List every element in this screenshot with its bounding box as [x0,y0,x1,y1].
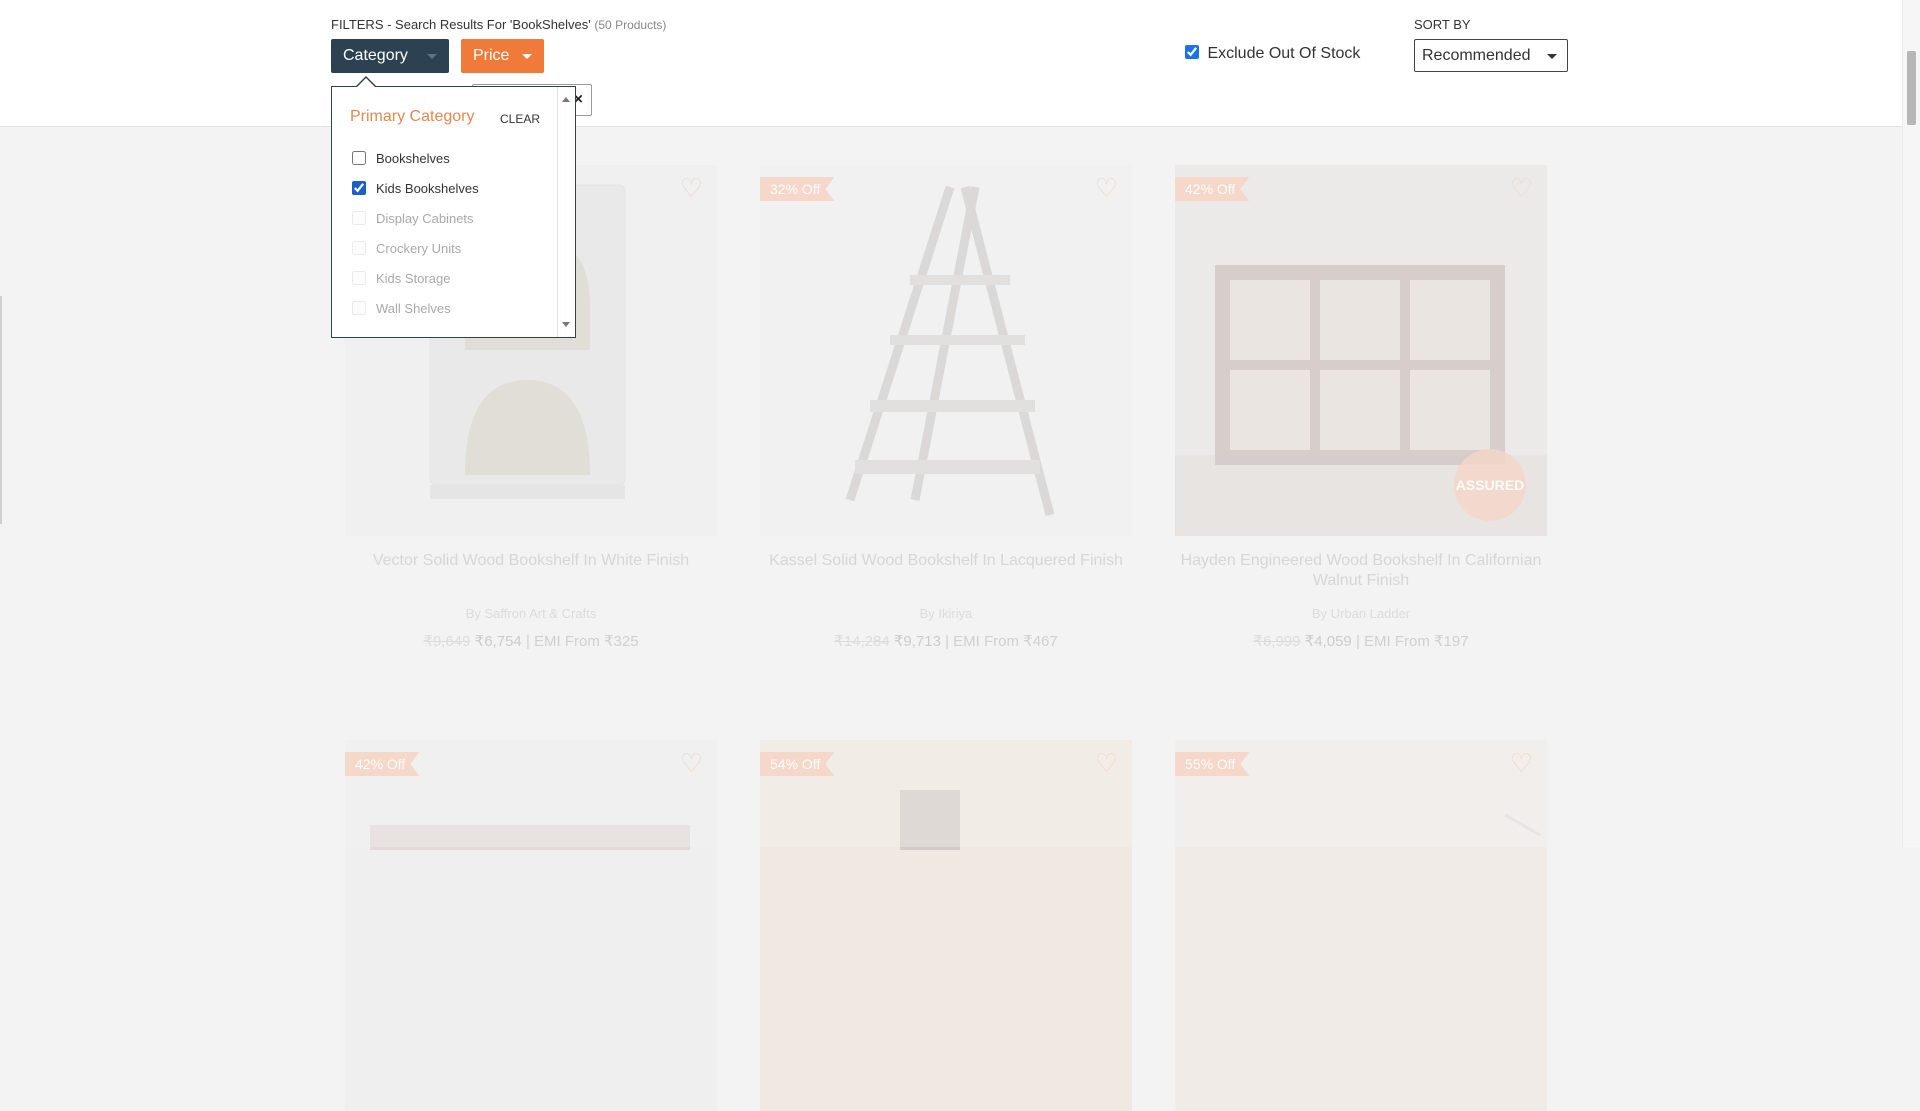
dropdown-scrollbar[interactable] [557,87,575,337]
page-scrollbar[interactable] [1902,0,1920,847]
category-checkbox [352,271,366,285]
sort-by-value: Recommended [1422,47,1531,64]
filter-bar: FILTERS - Search Results For 'BookShelve… [0,0,1902,127]
category-option-bookshelves[interactable]: Bookshelves [350,143,550,173]
category-checkbox[interactable] [352,151,366,165]
chevron-down-icon [1547,54,1557,59]
category-option-label: Bookshelves [376,150,450,166]
primary-category-heading: Primary Category [350,108,475,125]
price-filter-label: Price [473,47,510,64]
category-filter-label: Category [343,47,408,64]
scrollbar-thumb[interactable] [1907,51,1916,125]
chevron-down-icon [427,54,437,59]
category-option-display-cabinets: Display Cabinets [350,203,550,233]
exclude-out-of-stock-label: Exclude Out Of Stock [1207,45,1361,62]
clear-category-button[interactable]: CLEAR [500,112,540,126]
category-option-label: Kids Bookshelves [376,180,479,196]
scroll-up-arrow-icon[interactable] [562,97,570,102]
category-option-label: Kids Storage [376,270,451,286]
dropdown-pointer-inner [356,78,376,88]
category-checkbox [352,211,366,225]
category-checkbox[interactable] [352,181,366,195]
product-count: (50 Products) [594,18,667,32]
page-overlay[interactable] [0,127,1902,847]
category-option-label: Wall Shelves [376,300,451,316]
category-option-wall-shelves: Wall Shelves [350,293,550,323]
exclude-out-of-stock-checkbox[interactable] [1185,45,1199,59]
sort-by-select[interactable]: Recommended [1414,39,1568,72]
category-filter-button[interactable]: Category [331,39,449,73]
filters-title-text: FILTERS - Search Results For 'BookShelve… [331,17,591,32]
sort-by-label: SORT BY [1414,17,1471,32]
category-option-label: Display Cabinets [376,210,474,226]
category-dropdown: Primary Category CLEAR Bookshelves Kids … [331,86,576,338]
category-checkbox [352,301,366,315]
category-option-kids-storage: Kids Storage [350,263,550,293]
chevron-down-icon [522,54,532,59]
exclude-out-of-stock[interactable]: Exclude Out Of Stock [1185,45,1360,63]
category-option-crockery-units: Crockery Units [350,233,550,263]
side-tab-edge [0,296,2,524]
category-option-kids-bookshelves[interactable]: Kids Bookshelves [350,173,550,203]
category-option-label: Crockery Units [376,240,462,256]
search-results-title: FILTERS - Search Results For 'BookShelve… [331,17,666,32]
category-checkbox [352,241,366,255]
price-filter-button[interactable]: Price [461,39,544,73]
scroll-down-arrow-icon[interactable] [562,322,570,327]
category-options: Bookshelves Kids Bookshelves Display Cab… [350,143,550,323]
